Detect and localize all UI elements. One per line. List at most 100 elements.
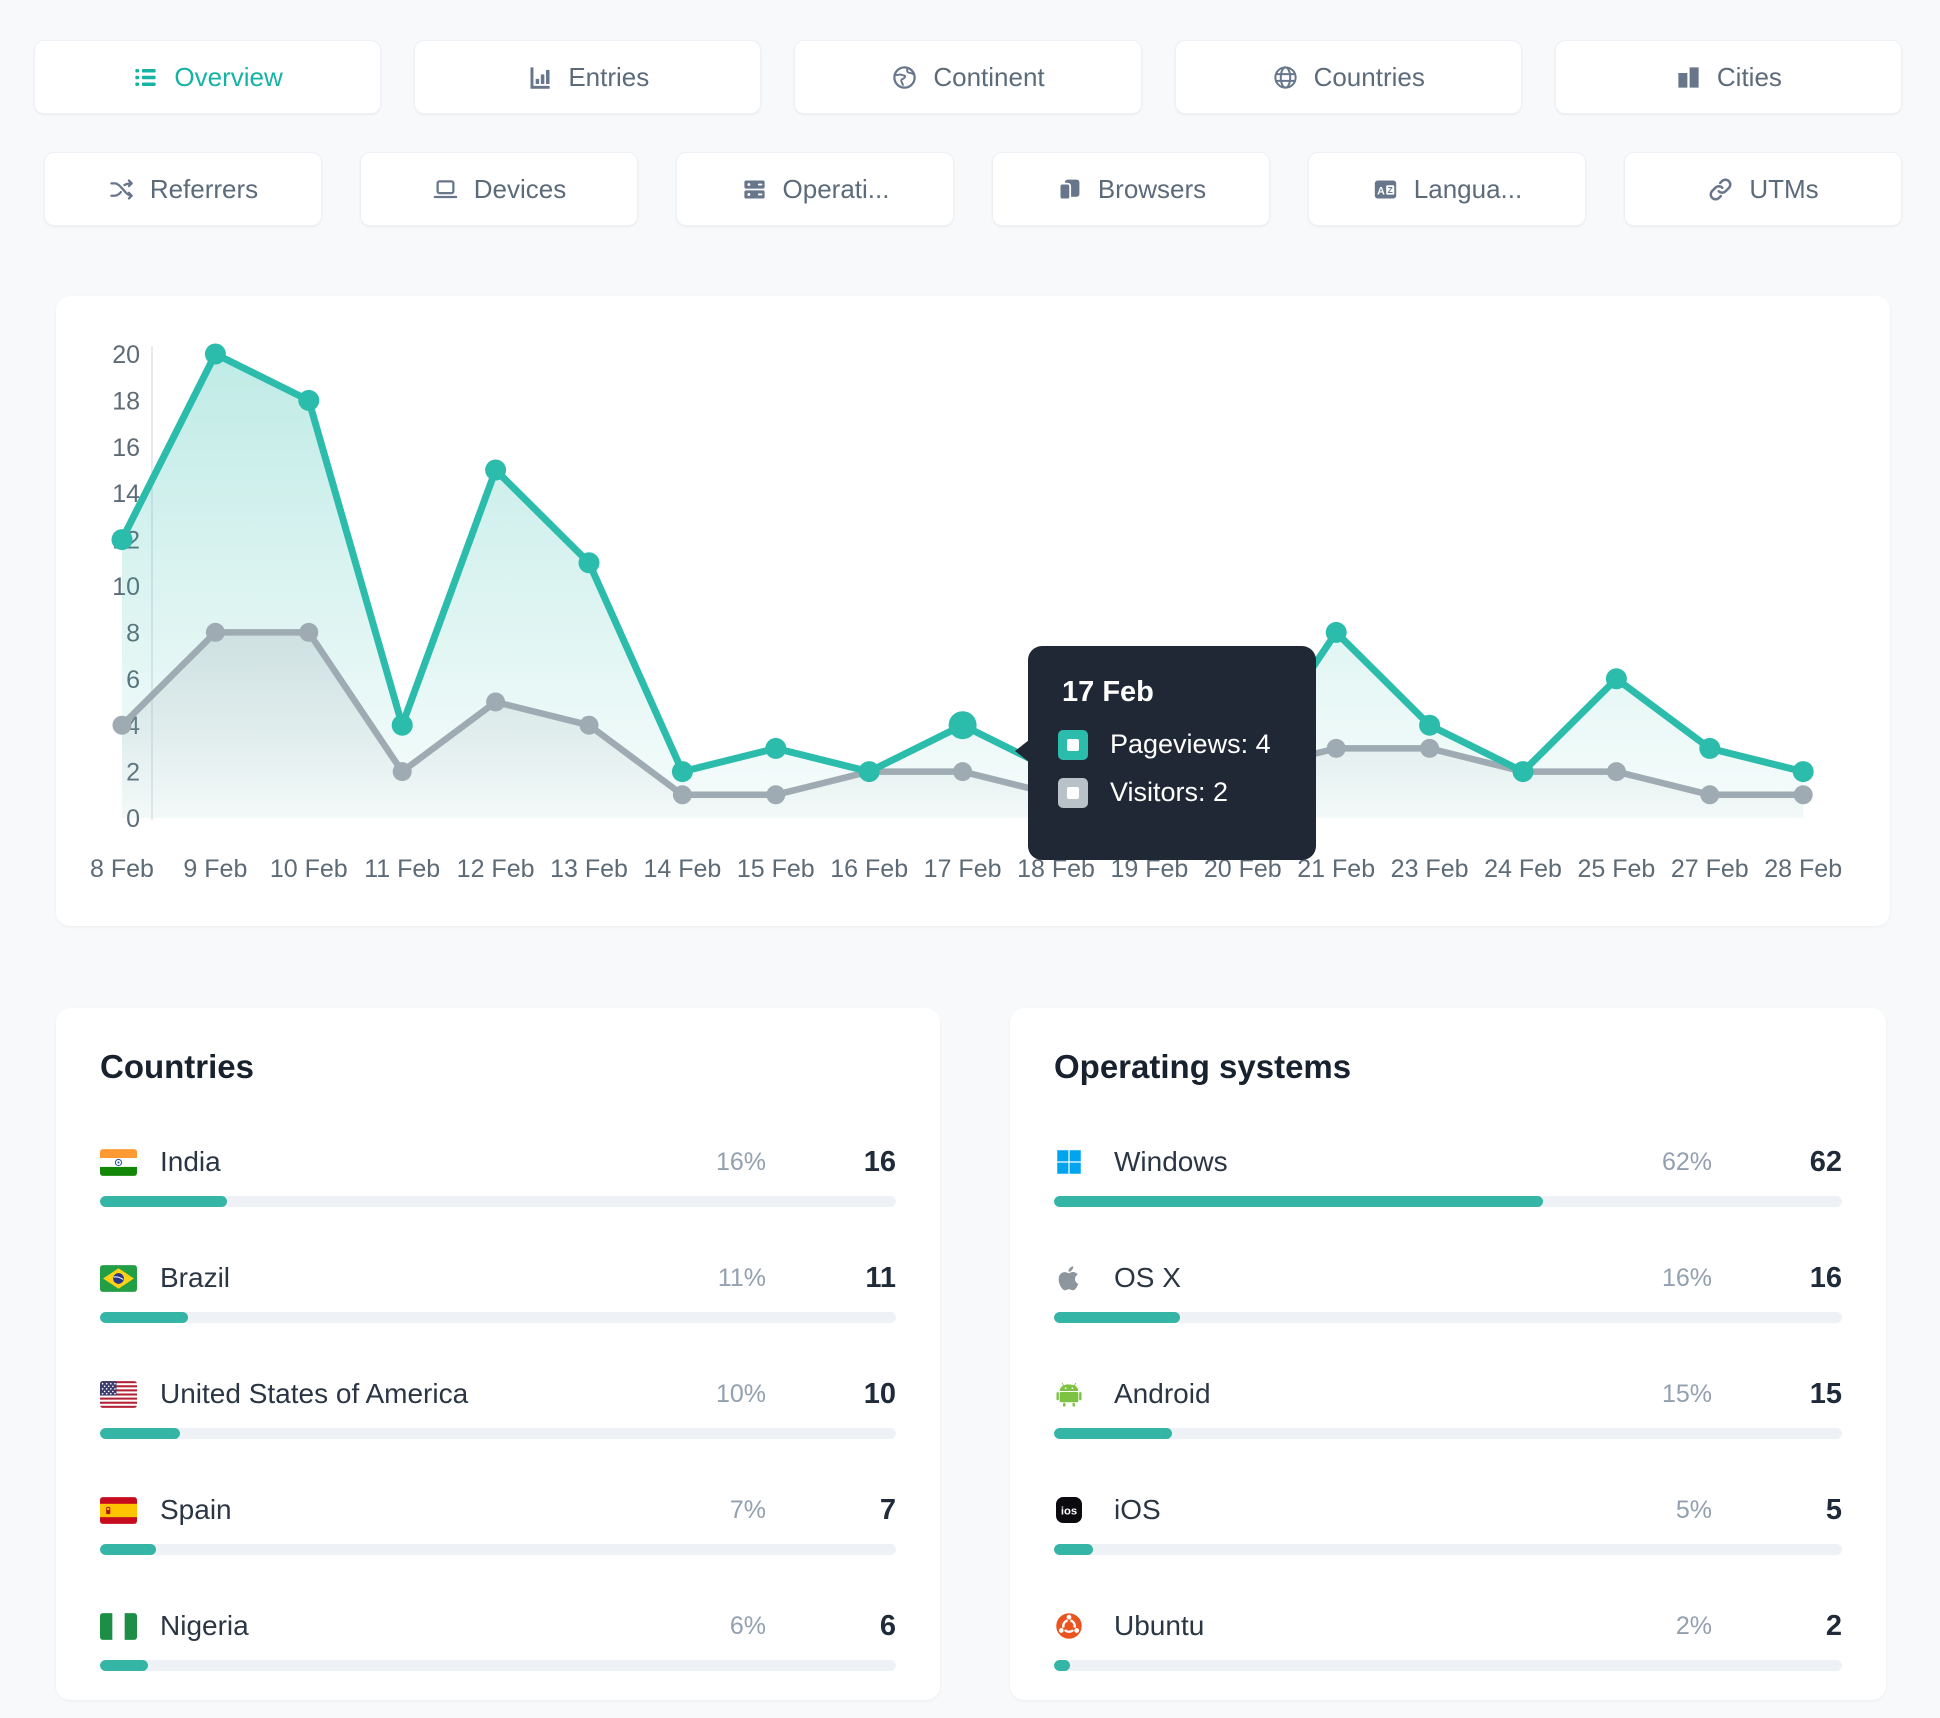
continent-globe-icon — [891, 64, 918, 91]
operating-systems-row-android[interactable]: Android 15% 15 — [1054, 1374, 1842, 1439]
progress-bar — [1054, 1660, 1842, 1671]
operating-systems-panel: Operating systems Windows 62% 62 OS X 16… — [1010, 1008, 1886, 1700]
svg-text:23 Feb: 23 Feb — [1391, 855, 1469, 883]
countries-row-united-states-of-america[interactable]: United States of America 10% 10 — [100, 1374, 896, 1439]
countries-list: India 16% 16 Brazil 11% 11 United States… — [100, 1142, 896, 1671]
android-icon — [1054, 1380, 1092, 1408]
browser-window-icon — [1056, 176, 1083, 203]
item-name: Nigeria — [160, 1610, 249, 1641]
apple-icon — [1054, 1264, 1092, 1292]
item-percentage: 11% — [717, 1263, 766, 1292]
tab-label: Browsers — [1097, 173, 1207, 204]
countries-row-spain[interactable]: Spain 7% 7 — [100, 1490, 896, 1555]
tooltip-date: 17 Feb — [1062, 676, 1154, 708]
india-flag-icon — [100, 1148, 138, 1176]
chart-tooltip: 17 Feb Pageviews: 4 Visitors: 2 — [1015, 646, 1316, 860]
svg-text:16: 16 — [112, 434, 140, 462]
svg-text:21 Feb: 21 Feb — [1297, 855, 1375, 883]
progress-bar-fill — [100, 1428, 180, 1439]
tab-overview[interactable]: Overview — [34, 40, 382, 114]
ubuntu-icon — [1054, 1612, 1092, 1640]
progress-bar-fill — [1054, 1196, 1543, 1207]
progress-bar — [1054, 1312, 1842, 1323]
spain-flag-icon — [100, 1496, 138, 1524]
countries-panel: Countries India 16% 16 Brazil 11% 11 Uni… — [56, 1008, 940, 1700]
item-percentage: 15% — [1661, 1379, 1712, 1408]
countries-row-brazil[interactable]: Brazil 11% 11 — [100, 1258, 896, 1323]
svg-text:10 Feb: 10 Feb — [270, 855, 348, 883]
tab-devices[interactable]: Devices — [360, 152, 638, 226]
pageviews-legend-icon — [1058, 729, 1088, 760]
progress-bar-fill — [100, 1196, 228, 1207]
item-count: 5 — [1825, 1493, 1842, 1526]
tab-label: Continent — [933, 61, 1045, 92]
item-name: iOS — [1114, 1494, 1161, 1525]
svg-text:15 Feb: 15 Feb — [737, 855, 815, 883]
progress-bar-fill — [100, 1544, 156, 1555]
svg-text:A: A — [1377, 185, 1385, 197]
ios-icon: ios — [1054, 1496, 1092, 1524]
shuffle-icon — [108, 176, 135, 203]
svg-text:16 Feb: 16 Feb — [830, 855, 908, 883]
tab-langua[interactable]: A Z Langua... — [1308, 152, 1586, 226]
operating-systems-list: Windows 62% 62 OS X 16% 16 Android 15% 1… — [1054, 1142, 1842, 1671]
tab-referrers[interactable]: Referrers — [44, 152, 322, 226]
progress-bar — [1054, 1196, 1842, 1207]
svg-text:12 Feb: 12 Feb — [457, 855, 535, 883]
svg-text:13 Feb: 13 Feb — [550, 855, 628, 883]
progress-bar-fill — [1054, 1544, 1094, 1555]
item-count: 16 — [863, 1145, 896, 1178]
tab-label: Countries — [1313, 61, 1425, 92]
progress-bar — [100, 1544, 896, 1555]
tab-utms[interactable]: UTMs — [1624, 152, 1902, 226]
tab-label: Referrers — [149, 173, 259, 204]
operating-systems-row-ios[interactable]: ios iOS 5% 5 — [1054, 1490, 1842, 1555]
analytics-dashboard: { "colors": { "accent": "#2cbcab", "acce… — [0, 0, 1940, 1718]
tab-label: Langua... — [1413, 173, 1523, 204]
svg-text:11 Feb: 11 Feb — [364, 855, 440, 883]
tab-entries[interactable]: Entries — [414, 40, 762, 114]
tab-operati[interactable]: Operati... — [676, 152, 954, 226]
item-count: 15 — [1809, 1377, 1842, 1410]
countries-row-india[interactable]: India 16% 16 — [100, 1142, 896, 1207]
item-name: Windows — [1114, 1146, 1228, 1177]
progress-bar — [1054, 1544, 1842, 1555]
list-icon — [132, 64, 159, 91]
svg-text:9 Feb: 9 Feb — [183, 855, 247, 883]
tab-continent[interactable]: Continent — [794, 40, 1142, 114]
visitors-legend-icon — [1058, 777, 1088, 808]
item-name: OS X — [1114, 1262, 1181, 1293]
operating-systems-row-windows[interactable]: Windows 62% 62 — [1054, 1142, 1842, 1207]
operating-systems-row-os-x[interactable]: OS X 16% 16 — [1054, 1258, 1842, 1323]
progress-bar — [100, 1312, 896, 1323]
svg-text:17 Feb: 17 Feb — [924, 855, 1002, 883]
operating-systems-row-ubuntu[interactable]: Ubuntu 2% 2 — [1054, 1606, 1842, 1671]
svg-text:27 Feb: 27 Feb — [1671, 855, 1749, 883]
svg-text:Z: Z — [1387, 184, 1392, 194]
svg-text:ios: ios — [1061, 1505, 1077, 1517]
progress-bar-fill — [1054, 1312, 1181, 1323]
tab-countries[interactable]: Countries — [1174, 40, 1522, 114]
tabs-row-primary: Overview Entries Continent Countries Cities — [34, 40, 1903, 114]
item-count: 62 — [1809, 1145, 1842, 1178]
windows-icon — [1054, 1148, 1092, 1176]
tab-cities[interactable]: Cities — [1554, 40, 1903, 114]
item-percentage: 62% — [1661, 1147, 1712, 1176]
tab-label: Devices — [473, 173, 567, 204]
tooltip-visitors-text: Visitors: 2 — [1110, 777, 1229, 807]
progress-bar — [100, 1660, 896, 1671]
tab-label: Operati... — [782, 173, 890, 204]
traffic-chart-card: 024681012141618208 Feb9 Feb10 Feb11 Feb1… — [56, 296, 1890, 926]
progress-bar — [100, 1196, 896, 1207]
svg-text:8 Feb: 8 Feb — [90, 855, 154, 883]
traffic-chart[interactable]: 024681012141618208 Feb9 Feb10 Feb11 Feb1… — [56, 296, 1890, 926]
tab-browsers[interactable]: Browsers — [992, 152, 1270, 226]
svg-text:18: 18 — [112, 387, 140, 415]
item-percentage: 7% — [729, 1495, 766, 1524]
progress-bar — [1054, 1428, 1842, 1439]
link-icon — [1707, 176, 1734, 203]
svg-text:14: 14 — [112, 480, 140, 508]
progress-bar-fill — [1054, 1428, 1173, 1439]
tabs-row-secondary: Referrers Devices Operati... Browsers A Z Lang… — [44, 152, 1902, 226]
countries-row-nigeria[interactable]: Nigeria 6% 6 — [100, 1606, 896, 1671]
